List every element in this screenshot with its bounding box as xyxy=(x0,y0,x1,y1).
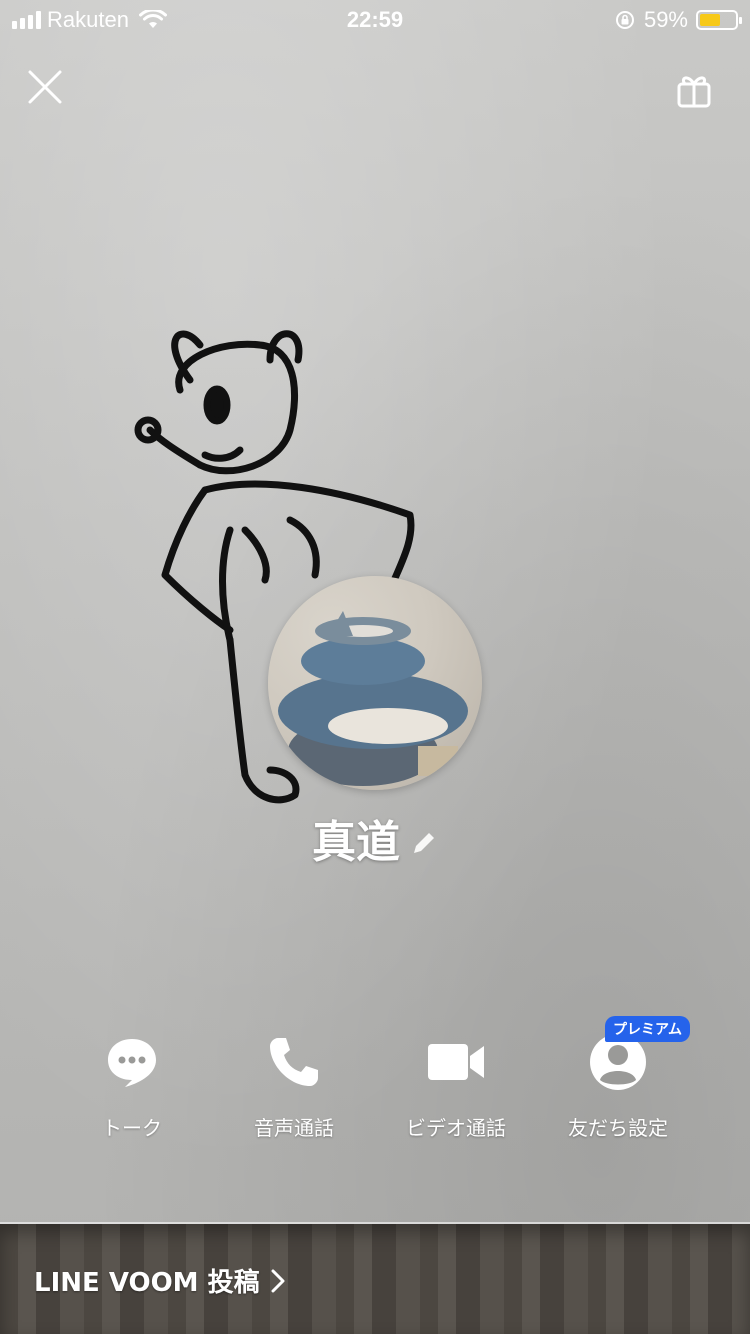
gift-icon[interactable] xyxy=(674,70,714,110)
battery-icon xyxy=(696,10,742,30)
orientation-lock-icon xyxy=(615,11,634,29)
avatar[interactable] xyxy=(268,576,482,790)
voice-call-button[interactable]: 音声通話 xyxy=(214,1030,374,1141)
phone-icon xyxy=(270,1038,318,1086)
profile-name: 真道 xyxy=(312,817,400,868)
talk-button[interactable]: トーク xyxy=(52,1030,212,1141)
video-call-label: ビデオ通話 xyxy=(406,1116,506,1140)
video-camera-icon xyxy=(428,1044,484,1080)
pencil-icon[interactable] xyxy=(410,829,438,857)
talk-button-label: トーク xyxy=(102,1116,162,1140)
status-right: 59% xyxy=(614,7,742,33)
status-bar: Rakuten 22:59 59% xyxy=(0,0,750,40)
battery-percent: 59% xyxy=(643,7,688,32)
line-voom-post-label: LINE VOOM 投稿 xyxy=(34,1268,260,1298)
avatar-shark-photo xyxy=(278,611,468,786)
battery-fill xyxy=(700,14,721,26)
friend-settings-label: 友だち設定 xyxy=(568,1116,668,1140)
line-voom-post-link[interactable]: LINE VOOM 投稿 xyxy=(34,1262,286,1299)
close-icon[interactable] xyxy=(24,66,66,108)
chevron-right-icon xyxy=(271,1269,285,1292)
chat-bubble-icon xyxy=(108,1039,156,1087)
premium-badge: プレミアム xyxy=(604,1016,690,1042)
profile-screen: Rakuten 22:59 59% 真道 トーク 音声通話 ビデオ通話 プレミア… xyxy=(0,0,750,1334)
action-bar: トーク 音声通話 ビデオ通話 プレミアム 友だち設定 xyxy=(52,1016,698,1141)
video-call-button[interactable]: ビデオ通話 xyxy=(376,1030,536,1141)
profile-name-row: 真道 xyxy=(0,806,750,870)
voice-call-label: 音声通話 xyxy=(254,1116,334,1140)
section-divider xyxy=(0,1222,750,1224)
friend-settings-button[interactable]: プレミアム 友だち設定 xyxy=(538,1016,698,1141)
